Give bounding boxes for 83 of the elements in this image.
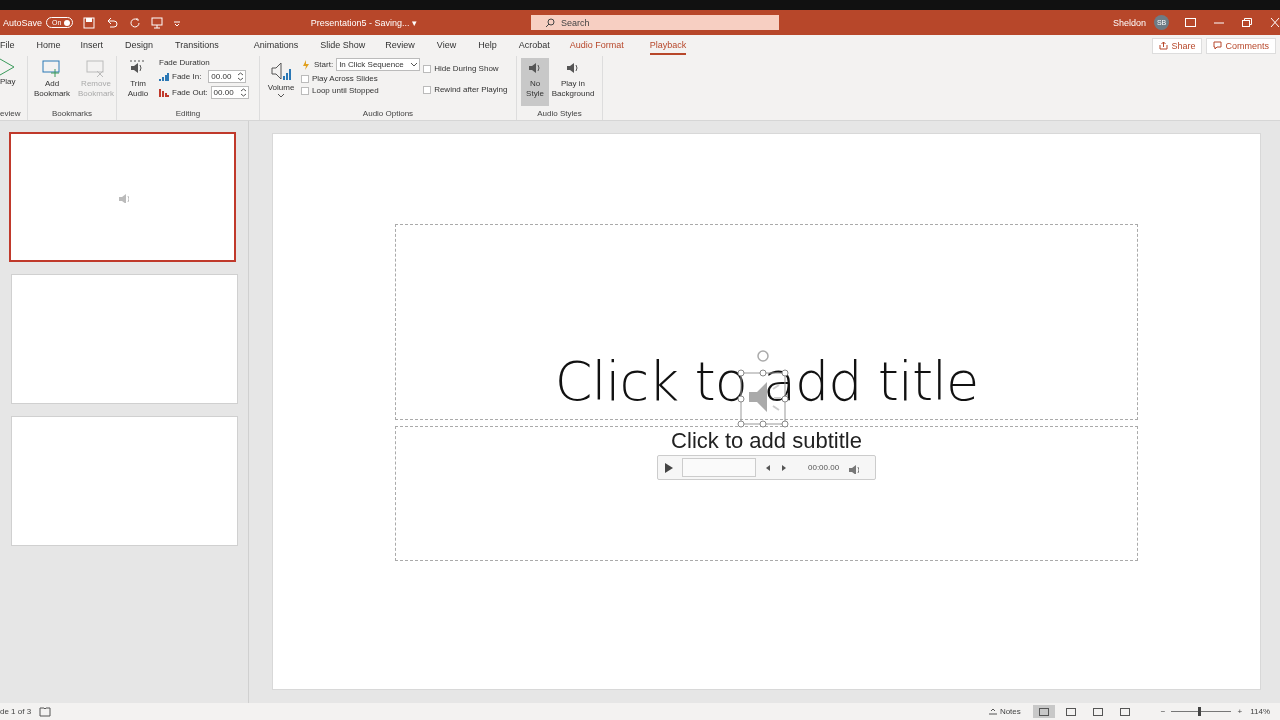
save-icon[interactable] <box>82 16 95 29</box>
customize-icon[interactable] <box>172 18 181 27</box>
ribbon-tab[interactable]: Insert <box>80 36 104 55</box>
play-button[interactable]: Play <box>0 58 24 106</box>
trim-audio-button[interactable]: Trim Audio <box>121 58 155 106</box>
ribbon-tab[interactable]: File <box>0 36 15 55</box>
volume-icon <box>270 60 292 82</box>
checkbox[interactable]: Rewind after Playing <box>423 85 508 94</box>
caret-icon <box>278 94 284 98</box>
ribbon-tab[interactable]: Review <box>385 36 415 55</box>
zoom-thumb[interactable] <box>1198 707 1202 716</box>
ribbon-tab[interactable]: Animations <box>253 36 299 55</box>
ribbon-tab[interactable]: Playback <box>649 36 687 55</box>
search-field[interactable]: Search <box>531 15 780 30</box>
checkbox[interactable]: Hide During Show <box>423 64 508 73</box>
presentation-icon[interactable] <box>150 16 163 29</box>
back-icon[interactable] <box>764 463 772 472</box>
zoom-in-button[interactable]: + <box>1237 707 1243 716</box>
audio-progress-track[interactable] <box>682 458 756 477</box>
fade-out-label: Fade Out: <box>172 88 208 97</box>
play-icon[interactable] <box>664 461 674 474</box>
play-icon <box>0 58 16 76</box>
spinner-icon <box>240 88 246 97</box>
ribbon-tab[interactable]: Help <box>478 36 497 55</box>
accessibility-icon[interactable] <box>39 706 52 717</box>
view-icon <box>1092 707 1103 716</box>
view-button[interactable] <box>1032 705 1055 718</box>
bookmark-add-icon <box>42 60 62 78</box>
ribbon-tab[interactable]: Home <box>36 36 61 55</box>
ribbon-tab[interactable]: Design <box>125 36 154 55</box>
add-bookmark-button[interactable]: Add Bookmark <box>32 58 72 106</box>
audio-player[interactable]: 00:00.00 <box>657 455 876 480</box>
volume-button[interactable]: Volume <box>264 58 298 106</box>
view-icon <box>1038 707 1049 716</box>
ribbon-tab[interactable]: Acrobat <box>518 36 550 55</box>
start-dropdown[interactable]: In Click Sequence <box>336 58 421 71</box>
lightning-icon <box>301 59 311 70</box>
ribbon-tab[interactable]: Slide Show <box>320 36 366 55</box>
fade-out-field[interactable]: 00.00 <box>210 86 249 99</box>
checkbox[interactable]: Play Across Slides <box>301 74 421 83</box>
start-label: Start: <box>314 60 334 69</box>
forward-icon[interactable] <box>780 463 788 472</box>
ribbon-tab[interactable]: Audio Format <box>569 36 624 55</box>
play-in-background-button[interactable]: Play in Background <box>551 58 595 106</box>
checkbox[interactable]: Loop until Stopped <box>301 86 421 95</box>
group-label: Audio Styles <box>536 109 583 120</box>
user-name: Sheldon <box>1113 17 1147 28</box>
group-label: Bookmarks <box>51 109 93 120</box>
fade-in-field[interactable]: 00.00 <box>208 70 247 83</box>
spinner-icon <box>238 72 244 81</box>
fade-in-label: Fade In: <box>172 72 202 81</box>
notes-button[interactable]: Notes <box>988 707 1021 716</box>
group-label: Editing <box>174 109 202 120</box>
zoom-out-button[interactable]: − <box>1160 707 1166 716</box>
fade-in-icon <box>159 71 169 82</box>
search-icon <box>545 17 556 28</box>
autosave-label: AutoSave <box>3 17 43 28</box>
fade-out-icon <box>159 87 169 98</box>
view-icon <box>1119 707 1130 716</box>
no-style-button[interactable]: No Style <box>521 58 549 106</box>
ribbon-tab[interactable]: View <box>436 36 457 55</box>
slide-thumbnail[interactable] <box>9 132 236 262</box>
audio-time: 00:00.00 <box>808 463 840 472</box>
ribbon-tab[interactable]: Transitions <box>175 36 219 55</box>
bookmark-remove-icon <box>86 60 106 78</box>
caret-icon <box>411 62 418 67</box>
slide-count: de 1 of 3 <box>0 707 32 716</box>
zoom-percent[interactable]: 114% <box>1250 707 1270 716</box>
fade-duration-heading: Fade Duration <box>159 58 211 67</box>
document-title: Presentation5 - Saving... ▾ <box>310 17 418 28</box>
view-icon <box>1065 707 1076 716</box>
comments-button[interactable]: Comments <box>1206 37 1276 54</box>
group-label: Audio Options <box>361 109 415 120</box>
close-icon[interactable] <box>1270 18 1280 27</box>
notes-icon <box>988 707 997 716</box>
comment-icon <box>1213 41 1223 50</box>
speaker-icon <box>116 191 129 203</box>
redo-icon[interactable] <box>128 16 141 29</box>
share-icon <box>1159 41 1169 50</box>
share-button[interactable]: Share <box>1152 37 1203 54</box>
ribbon-display-icon[interactable] <box>1185 18 1196 27</box>
restore-icon[interactable] <box>1242 18 1252 27</box>
group-label: eview <box>0 109 22 120</box>
